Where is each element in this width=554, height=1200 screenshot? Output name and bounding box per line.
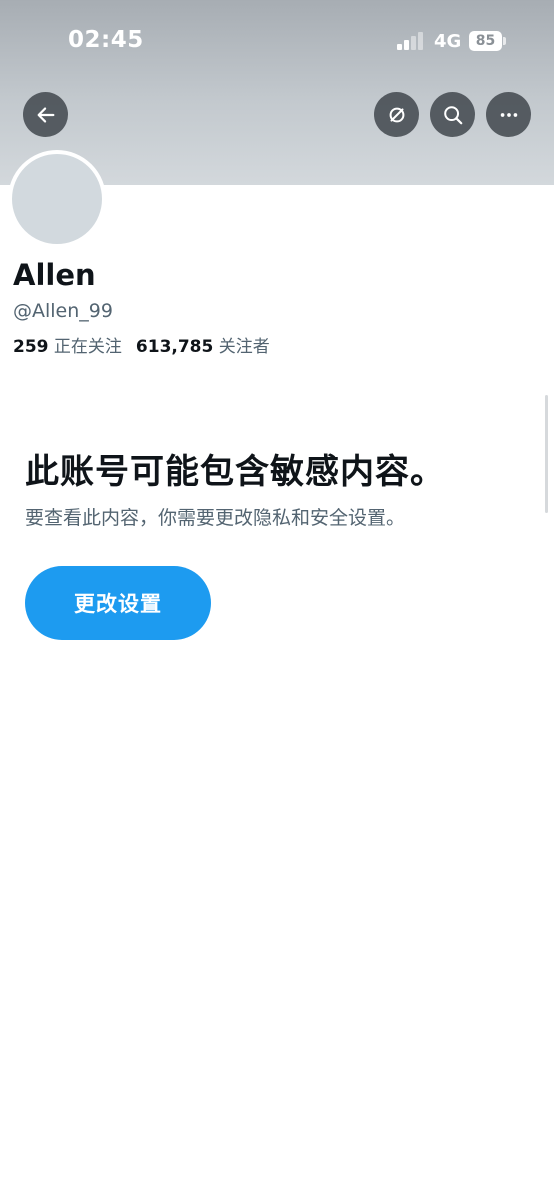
avatar[interactable] [8, 150, 106, 248]
followers-link[interactable]: 613,785 关注者 [136, 337, 270, 357]
profile-name: Allen [13, 258, 96, 292]
followers-label: 关注者 [218, 337, 270, 357]
battery-level: 85 [469, 31, 502, 51]
followers-count: 613,785 [135, 337, 214, 357]
search-button[interactable] [430, 92, 475, 137]
following-label: 正在关注 [53, 337, 122, 357]
following-count: 259 [13, 337, 49, 357]
unsubscribe-button[interactable] [374, 92, 419, 137]
arrow-left-icon [37, 106, 54, 123]
scrollbar[interactable] [545, 395, 548, 513]
sensitive-content-title: 此账号可能包含敏感内容。 [25, 452, 445, 492]
network-type: 4G [434, 31, 462, 52]
more-icon [500, 112, 517, 117]
following-link[interactable]: 259 正在关注 [13, 337, 122, 357]
cellular-signal-icon [397, 32, 425, 50]
battery-icon: 85 [469, 31, 506, 51]
more-button[interactable] [486, 92, 531, 137]
sensitive-content-description: 要查看此内容，你需要更改隐私和安全设置。 [25, 507, 406, 529]
status-time: 02:45 [68, 27, 144, 53]
no-signal-icon [389, 107, 404, 122]
search-icon [443, 105, 462, 124]
change-settings-button[interactable]: 更改设置 [25, 566, 211, 640]
profile-handle: @Allen_99 [13, 300, 113, 322]
back-button[interactable] [23, 92, 68, 137]
follow-counts: 259 正在关注 613,785 关注者 [13, 332, 270, 357]
